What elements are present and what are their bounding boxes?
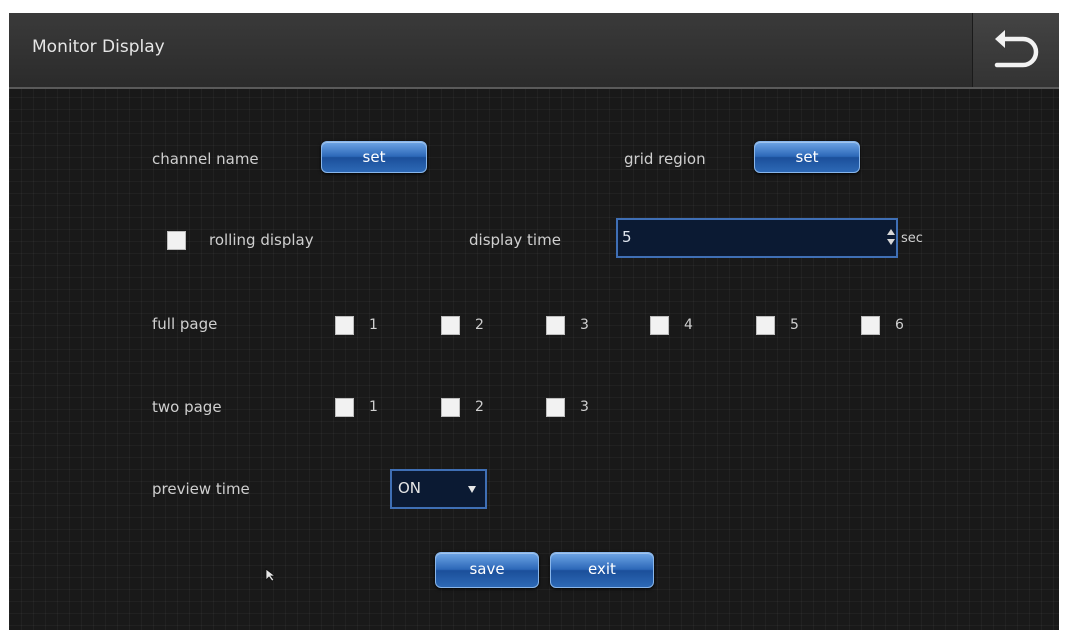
spin-up-icon[interactable] — [887, 229, 895, 235]
save-button[interactable]: save — [435, 552, 539, 588]
two-page-option-3: 3 — [580, 399, 589, 415]
display-time-spinner[interactable] — [886, 220, 896, 256]
spin-down-icon[interactable] — [887, 239, 895, 245]
full-page-option-2: 2 — [475, 317, 484, 333]
full-page-checkbox-4[interactable] — [650, 316, 669, 335]
full-page-checkbox-1[interactable] — [335, 316, 354, 335]
display-time-label: display time — [469, 231, 561, 249]
two-page-label: two page — [152, 398, 222, 416]
full-page-option-6: 6 — [895, 317, 904, 333]
mouse-cursor-icon — [265, 568, 277, 582]
display-time-input[interactable]: 5 — [616, 218, 898, 258]
grid-region-set-button[interactable]: set — [754, 141, 860, 173]
display-time-unit: sec — [901, 231, 923, 246]
full-page-checkbox-2[interactable] — [441, 316, 460, 335]
full-page-label: full page — [152, 315, 218, 333]
exit-button[interactable]: exit — [550, 552, 654, 588]
preview-time-label: preview time — [152, 480, 250, 498]
grid-region-label: grid region — [624, 150, 706, 168]
back-arrow-icon — [994, 30, 1039, 68]
two-page-option-1: 1 — [369, 399, 378, 415]
full-page-option-5: 5 — [790, 317, 799, 333]
title-bar: Monitor Display — [9, 13, 1059, 89]
full-page-option-4: 4 — [684, 317, 693, 333]
two-page-option-2: 2 — [475, 399, 484, 415]
two-page-checkbox-1[interactable] — [335, 398, 354, 417]
rolling-display-label: rolling display — [209, 231, 314, 249]
full-page-option-1: 1 — [369, 317, 378, 333]
back-button[interactable] — [972, 13, 1059, 87]
channel-name-set-button[interactable]: set — [321, 141, 427, 173]
full-page-checkbox-5[interactable] — [756, 316, 775, 335]
dropdown-arrow-icon — [468, 486, 476, 493]
monitor-display-screen: Monitor Display channel name set grid re… — [9, 13, 1059, 630]
two-page-checkbox-3[interactable] — [546, 398, 565, 417]
full-page-checkbox-6[interactable] — [861, 316, 880, 335]
display-time-value: 5 — [622, 228, 632, 246]
two-page-checkbox-2[interactable] — [441, 398, 460, 417]
channel-name-label: channel name — [152, 150, 259, 168]
page-title: Monitor Display — [32, 37, 165, 57]
rolling-display-checkbox[interactable] — [167, 231, 186, 250]
preview-time-value: ON — [398, 479, 422, 497]
full-page-checkbox-3[interactable] — [546, 316, 565, 335]
full-page-option-3: 3 — [580, 317, 589, 333]
preview-time-select[interactable]: ON — [390, 469, 487, 509]
